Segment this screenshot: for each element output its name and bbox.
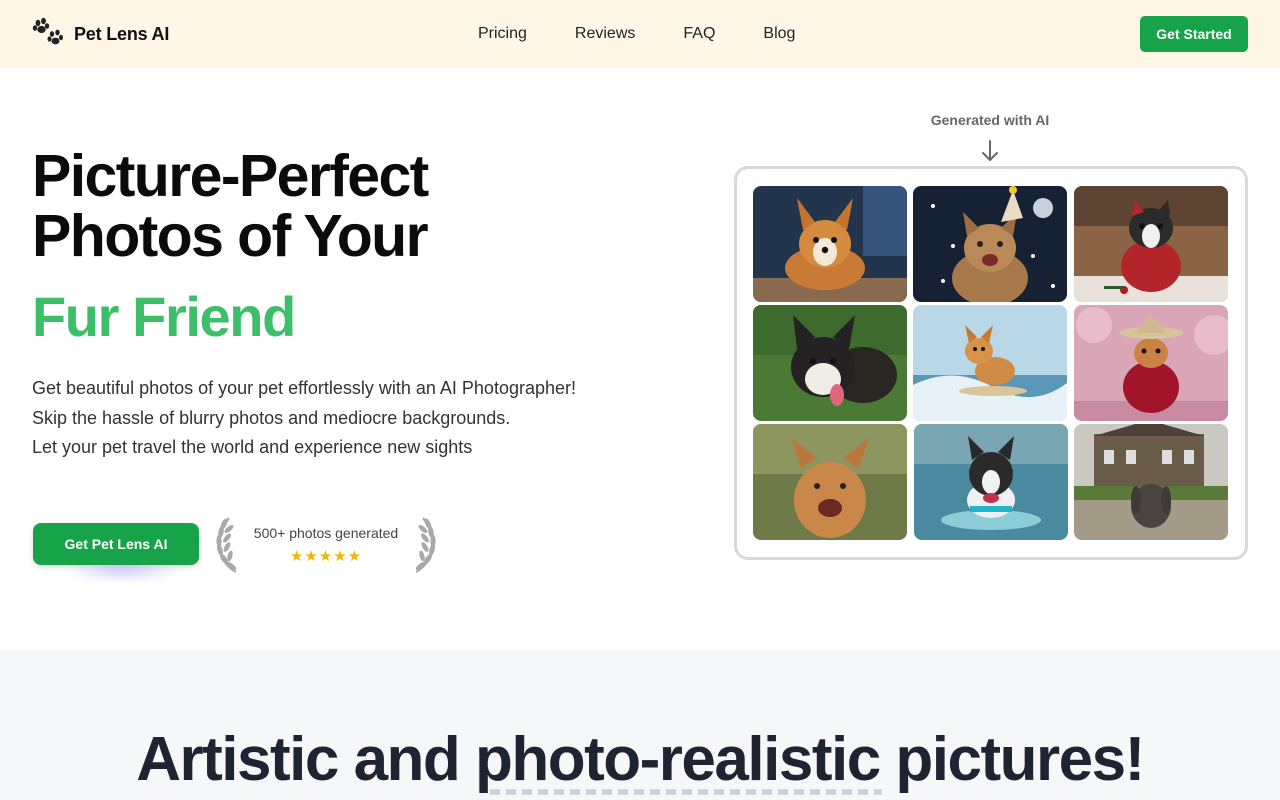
get-pet-lens-ai-button[interactable]: Get Pet Lens AI [33, 523, 199, 565]
nav-link-reviews[interactable]: Reviews [575, 23, 635, 45]
boston-terrier-sweater-photo [1074, 186, 1228, 302]
hero-title-line-2: Photos of Your [32, 203, 429, 269]
orange-kitten-photo [753, 424, 907, 540]
features-section-title: Artistic and photo-realistic pictures! [136, 725, 1145, 794]
gallery-image-cat-party[interactable] [913, 186, 1067, 302]
hero-title: Picture-Perfect Photos of Your [32, 143, 429, 269]
corgi-photo [753, 186, 907, 302]
hero-desc-line-1: Get beautiful photos of your pet effortl… [32, 378, 576, 398]
brand-name: Pet Lens AI [74, 23, 170, 44]
shiba-puppy-grass-photo [753, 305, 907, 421]
gallery-image-corgi-surf[interactable] [913, 305, 1067, 421]
brand-logo[interactable]: Pet Lens AI [32, 17, 169, 51]
main-nav: Pricing Reviews FAQ Blog [478, 23, 843, 45]
nav-link-pricing[interactable]: Pricing [478, 23, 527, 45]
arrow-down-icon [982, 140, 998, 161]
ai-photo-gallery [734, 166, 1248, 560]
cta-wrapper: Get Pet Lens AI [33, 523, 199, 581]
laurel-right-icon [415, 517, 436, 573]
gallery-image-shiba[interactable] [753, 305, 907, 421]
gallery-image-dog-kimono[interactable] [1074, 305, 1228, 421]
title-underline-decoration [490, 789, 882, 795]
generated-with-ai-label: Generated with AI [930, 112, 1050, 128]
hero-desc-line-2: Skip the hassle of blurry photos and med… [32, 407, 511, 428]
hero-desc-line-3: Let your pet travel the world and experi… [32, 437, 473, 457]
photos-generated-badge: 500+ photos generated ★★★★★ [214, 516, 438, 574]
boston-terrier-swimming-photo [914, 424, 1068, 540]
gallery-image-kitten[interactable] [753, 424, 907, 540]
gallery-image-terrier-swim[interactable] [914, 424, 1068, 540]
dog-kimono-hat-photo [1074, 305, 1228, 421]
gallery-image-bunny[interactable] [1074, 424, 1228, 540]
bunny-mansion-photo [1074, 424, 1228, 540]
paw-prints-icon [32, 17, 63, 45]
nav-link-blog[interactable]: Blog [763, 23, 795, 45]
corgi-surfing-photo [913, 305, 1067, 421]
site-header: Pet Lens AI Pricing Reviews FAQ Blog Get… [0, 0, 1280, 68]
nav-link-faq[interactable]: FAQ [683, 23, 715, 45]
hero-description: Get beautiful photos of your pet effortl… [32, 374, 576, 463]
gallery-image-boston-terrier-sweater[interactable] [1074, 186, 1228, 302]
hero-accent-text: Fur Friend [32, 286, 295, 338]
cat-party-hat-photo [913, 186, 1067, 302]
hero-title-line-1: Picture-Perfect [32, 143, 429, 209]
get-started-button[interactable]: Get Started [1140, 16, 1248, 52]
gallery-image-corgi[interactable] [753, 186, 907, 302]
